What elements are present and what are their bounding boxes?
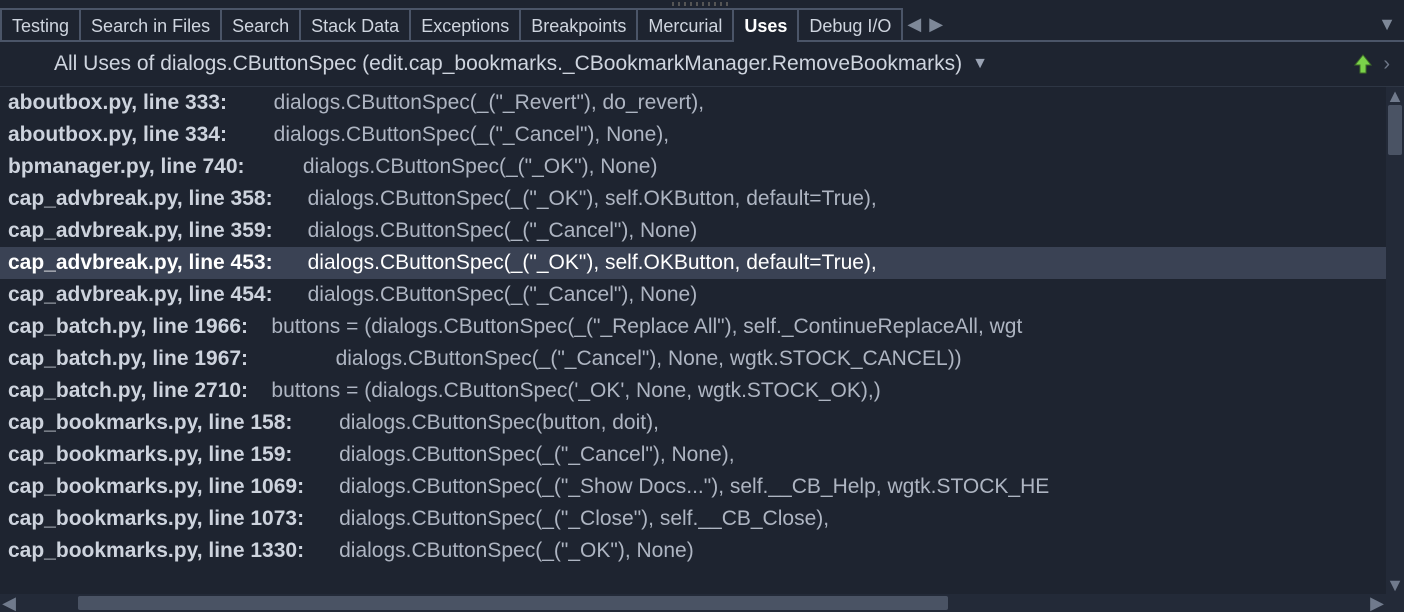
tab-scroll-right-icon[interactable]: ▶ [929,14,943,35]
result-row[interactable]: aboutbox.py, line 334: dialogs.CButtonSp… [0,119,1386,151]
result-row[interactable]: bpmanager.py, line 740: dialogs.CButtonS… [0,151,1386,183]
result-row[interactable]: cap_bookmarks.py, line 159: dialogs.CBut… [0,439,1386,471]
tab-search[interactable]: Search [220,8,301,40]
result-code: dialogs.CButtonSpec(button, doit), [292,407,659,439]
result-row[interactable]: cap_bookmarks.py, line 1073: dialogs.CBu… [0,503,1386,535]
horizontal-scroll-thumb[interactable] [78,596,948,610]
tab-breakpoints[interactable]: Breakpoints [519,8,638,40]
result-location: aboutbox.py, line 333: [8,87,227,119]
tab-uses[interactable]: Uses [732,8,799,40]
result-code: dialogs.CButtonSpec(_("_OK"), None) [304,535,694,567]
drag-grip[interactable] [0,0,1404,8]
result-code: dialogs.CButtonSpec(_("_Close"), self.__… [304,503,829,535]
tab-search-in-files[interactable]: Search in Files [79,8,222,40]
uses-history-dropdown[interactable]: ▼ [972,55,988,73]
result-row[interactable]: cap_batch.py, line 1967: dialogs.CButton… [0,343,1386,375]
result-location: cap_batch.py, line 1967: [8,343,248,375]
scroll-down-icon[interactable]: ▼ [1386,576,1404,594]
scroll-right-icon[interactable]: ▶ [1368,594,1386,612]
result-row[interactable]: cap_bookmarks.py, line 158: dialogs.CBut… [0,407,1386,439]
tab-mercurial[interactable]: Mercurial [636,8,734,40]
result-row[interactable]: cap_advbreak.py, line 454: dialogs.CButt… [0,279,1386,311]
scroll-up-icon[interactable]: ▲ [1386,87,1404,105]
result-code: buttons = (dialogs.CButtonSpec('_OK', No… [248,375,881,407]
result-code: dialogs.CButtonSpec(_("_OK"), self.OKBut… [273,183,877,215]
result-location: cap_bookmarks.py, line 159: [8,439,292,471]
result-row[interactable]: cap_batch.py, line 1966: buttons = (dial… [0,311,1386,343]
result-code: dialogs.CButtonSpec(_("_OK"), self.OKBut… [273,247,877,279]
tab-strip: TestingSearch in FilesSearchStack DataEx… [0,8,1404,42]
panel-options-button[interactable]: ▼ [1370,8,1404,40]
result-location: cap_batch.py, line 1966: [8,311,248,343]
result-location: bpmanager.py, line 740: [8,151,245,183]
result-row[interactable]: aboutbox.py, line 333: dialogs.CButtonSp… [0,87,1386,119]
result-row[interactable]: cap_bookmarks.py, line 1069: dialogs.CBu… [0,471,1386,503]
result-code: buttons = (dialogs.CButtonSpec(_("_Repla… [248,311,1022,343]
result-location: cap_advbreak.py, line 453: [8,247,273,279]
result-row[interactable]: cap_advbreak.py, line 359: dialogs.CButt… [0,215,1386,247]
scroll-left-icon[interactable]: ◀ [0,594,18,612]
dropdown-icon: ▼ [1378,14,1396,35]
result-row[interactable]: cap_advbreak.py, line 453: dialogs.CButt… [0,247,1386,279]
result-row[interactable]: cap_advbreak.py, line 358: dialogs.CButt… [0,183,1386,215]
result-location: cap_advbreak.py, line 359: [8,215,273,247]
tab-debug-i-o[interactable]: Debug I/O [797,8,903,40]
tab-overflow-nav: ◀ ▶ [907,8,943,40]
result-code: dialogs.CButtonSpec(_("_Cancel"), None) [273,215,698,247]
goto-source-button[interactable] [1353,53,1373,75]
tab-scroll-left-icon[interactable]: ◀ [907,14,921,35]
close-icon[interactable]: › [1383,53,1390,76]
result-code: dialogs.CButtonSpec(_("_Cancel"), None) [273,279,698,311]
uses-header: All Uses of dialogs.CButtonSpec (edit.ca… [0,42,1404,86]
result-code: dialogs.CButtonSpec(_("_Cancel"), None), [227,119,669,151]
vertical-scroll-thumb[interactable] [1388,105,1402,155]
horizontal-scrollbar[interactable]: ◀ ▶ [0,594,1386,612]
result-location: cap_bookmarks.py, line 1069: [8,471,304,503]
result-row[interactable]: cap_bookmarks.py, line 1330: dialogs.CBu… [0,535,1386,567]
tab-exceptions[interactable]: Exceptions [409,8,521,40]
result-location: cap_bookmarks.py, line 158: [8,407,292,439]
tab-testing[interactable]: Testing [0,8,81,40]
vertical-scrollbar[interactable]: ▲ ▼ [1386,87,1404,594]
result-code: dialogs.CButtonSpec(_("_Revert"), do_rev… [227,87,704,119]
results-list[interactable]: aboutbox.py, line 333: dialogs.CButtonSp… [0,87,1386,594]
result-location: cap_advbreak.py, line 454: [8,279,273,311]
result-location: cap_advbreak.py, line 358: [8,183,273,215]
result-code: dialogs.CButtonSpec(_("_Cancel"), None, … [248,343,962,375]
uses-title: All Uses of dialogs.CButtonSpec (edit.ca… [54,52,962,76]
results-panel: aboutbox.py, line 333: dialogs.CButtonSp… [0,86,1404,612]
result-location: cap_bookmarks.py, line 1330: [8,535,304,567]
result-code: dialogs.CButtonSpec(_("_Show Docs..."), … [304,471,1049,503]
result-code: dialogs.CButtonSpec(_("_Cancel"), None), [292,439,734,471]
result-location: aboutbox.py, line 334: [8,119,227,151]
result-location: cap_bookmarks.py, line 1073: [8,503,304,535]
result-code: dialogs.CButtonSpec(_("_OK"), None) [245,151,658,183]
result-location: cap_batch.py, line 2710: [8,375,248,407]
tab-stack-data[interactable]: Stack Data [299,8,411,40]
result-row[interactable]: cap_batch.py, line 2710: buttons = (dial… [0,375,1386,407]
